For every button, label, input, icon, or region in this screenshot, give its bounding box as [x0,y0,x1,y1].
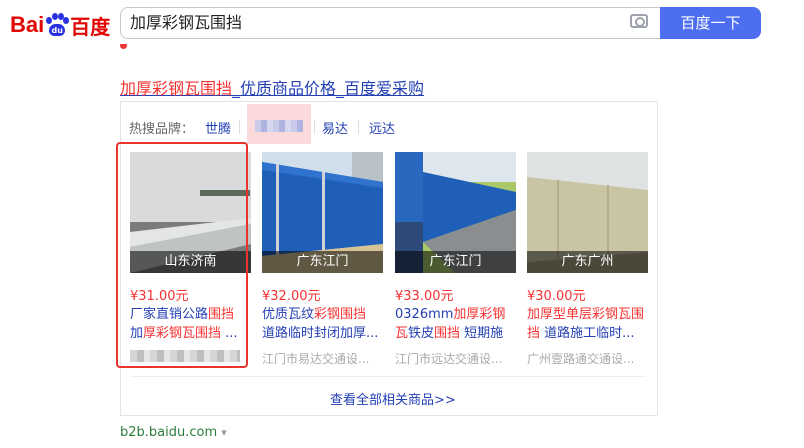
paw-icon: du [45,13,70,37]
product-location: 广东江门 [395,251,516,273]
desc-text: 0326mm [395,307,454,322]
brand-separator [358,120,359,134]
brand-separator [239,120,240,134]
product-image-4[interactable]: 广东广州 [527,152,648,273]
product-location: 广东江门 [262,251,383,273]
product-image-3[interactable]: 广东江门 [395,152,516,273]
search-button[interactable]: 百度一下 [660,7,761,39]
camera-icon[interactable] [630,14,648,28]
result-title-link[interactable]: 加厚彩钢瓦围挡_优质商品价格_百度爱采购 [120,75,424,99]
previous-result-cutoff: ━━━━━━━━━━━━━━━━ [118,44,308,52]
shop-name[interactable]: 广州壹路通交通设... [527,350,648,367]
view-all-products-link[interactable]: 查看全部相关商品>> [330,389,456,408]
desc-text: 道路临时封闭加厚... [262,326,379,341]
dropdown-arrow-icon: ▾ [221,426,227,439]
product-price: ¥33.00元 [395,289,454,304]
brand-link-yida[interactable]: 易达 [322,118,348,137]
desc-highlight: 彩钢围挡 [314,307,367,322]
hot-brands-label: 热搜品牌： [129,122,195,137]
shop-name[interactable]: 江门市远达交通设... [395,350,516,367]
product-location: 广东广州 [527,251,648,273]
brand-link-shiteng[interactable]: 世腾 [205,118,231,137]
logo-paw-text: du [49,24,66,36]
product-description-link[interactable]: 0326mm加厚彩钢瓦铁皮围挡 短期施工... [395,305,516,343]
logo-text-bai: Bai [10,12,45,37]
product-price: ¥30.00元 [527,289,586,304]
shop-name[interactable]: 江门市易达交通设... [262,350,383,367]
card-divider [130,376,646,377]
search-query-text: 加厚彩钢瓦围挡 [130,13,243,32]
logo-text-baidu: 百度 [70,14,111,39]
result-title-highlight: 加厚彩钢瓦围挡 [120,79,233,98]
desc-text: 道路施工临时... [540,326,635,341]
result-source-url[interactable]: b2b.baidu.com ▾ [120,425,227,440]
source-domain: b2b.baidu.com [120,425,218,440]
brand-link-redacted[interactable] [247,104,311,144]
desc-text: 优质瓦纹 [262,307,315,322]
desc-highlight: 围挡 [434,326,461,341]
highlight-annotation-box [116,142,248,368]
desc-text: 铁皮 [408,326,435,341]
product-description-link[interactable]: 优质瓦纹彩钢围挡 道路临时封闭加厚... [262,305,383,343]
brand-separator [314,120,315,134]
product-description-link[interactable]: 加厚型单层彩钢瓦围挡 道路施工临时... [527,305,648,343]
baidu-logo[interactable]: Bai du 百度 [10,10,110,40]
brand-link-yuanda[interactable]: 远达 [369,118,395,137]
product-price: ¥32.00元 [262,289,321,304]
product-image-2[interactable]: 广东江门 [262,152,383,273]
result-title-rest: _优质商品价格_百度爱采购 [232,79,425,98]
